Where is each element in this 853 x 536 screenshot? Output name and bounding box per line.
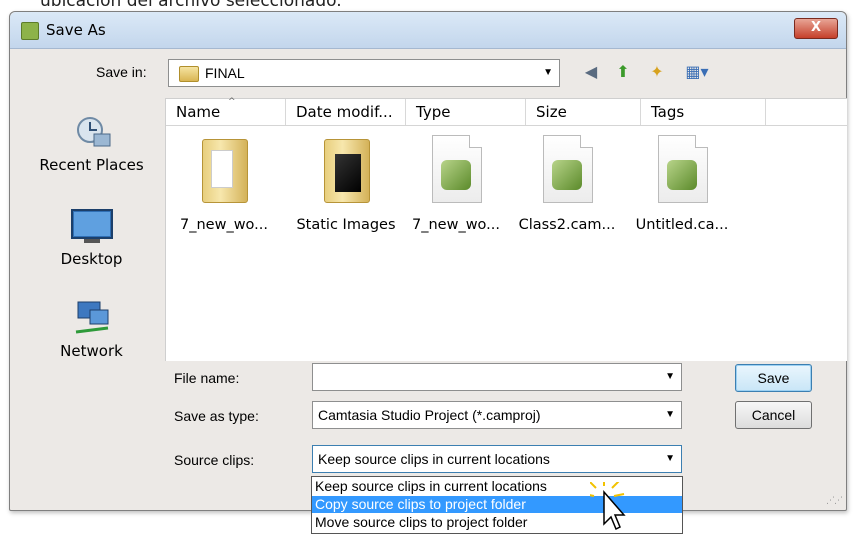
file-item[interactable]: 7_new_wo... xyxy=(400,133,512,233)
sort-asc-icon: ^ xyxy=(228,97,236,107)
column-type[interactable]: Type xyxy=(406,99,526,125)
folder-icon xyxy=(179,66,199,82)
folder-icon xyxy=(194,133,254,205)
column-date-modified[interactable]: Date modif... xyxy=(286,99,406,125)
save-type-select[interactable]: Camtasia Studio Project (*.camproj) ▼ xyxy=(312,401,682,429)
column-tags[interactable]: Tags xyxy=(641,99,766,125)
column-name-label: Name xyxy=(176,103,221,121)
column-name[interactable]: Name ^ xyxy=(166,97,286,125)
source-clips-label: Source clips: xyxy=(174,452,255,468)
chevron-down-icon[interactable]: ▼ xyxy=(665,409,675,420)
source-clips-select[interactable]: Keep source clips in current locations ▼ xyxy=(312,445,682,473)
file-item[interactable]: Static Images xyxy=(290,133,402,233)
folder-icon xyxy=(316,133,376,205)
camtasia-file-icon xyxy=(426,133,486,205)
column-header-row: Name ^ Date modif... Type Size Tags xyxy=(166,97,847,126)
views-icon[interactable]: ▦▾ xyxy=(680,62,714,82)
place-recent-places[interactable]: Recent Places xyxy=(34,114,149,174)
save-in-value: FINAL xyxy=(205,65,245,81)
title-bar: Save As X xyxy=(10,12,846,49)
close-button[interactable]: X xyxy=(794,18,838,39)
save-in-label: Save in: xyxy=(96,64,147,80)
back-icon[interactable]: ◀ xyxy=(580,62,602,82)
desktop-icon xyxy=(70,208,114,244)
file-item[interactable]: Class2.cam... xyxy=(511,133,623,233)
file-name: 7_new_wo... xyxy=(412,217,500,233)
places-bar: Recent Places Desktop Network xyxy=(34,104,149,434)
dialog-title: Save As xyxy=(46,21,106,39)
column-size[interactable]: Size xyxy=(526,99,641,125)
app-icon xyxy=(21,22,39,40)
save-in-combo[interactable]: FINAL ▼ xyxy=(168,59,560,87)
source-clips-value: Keep source clips in current locations xyxy=(318,451,550,467)
network-icon xyxy=(70,300,114,336)
chevron-down-icon[interactable]: ▼ xyxy=(543,67,553,78)
chevron-down-icon[interactable]: ▼ xyxy=(665,453,675,464)
place-desktop[interactable]: Desktop xyxy=(34,208,149,268)
chevron-down-icon[interactable]: ▼ xyxy=(665,371,675,382)
file-item[interactable]: 7_new_wo... xyxy=(168,133,280,233)
place-label: Desktop xyxy=(60,250,123,268)
file-name-field[interactable]: ▼ xyxy=(312,363,682,391)
file-name: Untitled.ca... xyxy=(635,217,729,233)
cancel-button[interactable]: Cancel xyxy=(735,401,812,429)
camtasia-file-icon xyxy=(537,133,597,205)
recent-places-icon xyxy=(70,114,114,150)
file-name: Class2.cam... xyxy=(518,217,616,233)
file-name: 7_new_wo... xyxy=(180,217,268,233)
place-label: Network xyxy=(60,342,123,360)
file-name: Static Images xyxy=(296,217,396,233)
place-network[interactable]: Network xyxy=(34,300,149,360)
up-folder-icon[interactable]: ⬆ xyxy=(612,62,634,82)
file-item[interactable]: Untitled.ca... xyxy=(626,133,738,233)
place-label: Recent Places xyxy=(39,156,144,174)
mouse-pointer-icon xyxy=(583,476,630,532)
camtasia-file-icon xyxy=(652,133,712,205)
file-name-label: File name: xyxy=(174,370,240,386)
new-folder-icon[interactable]: ✦ xyxy=(646,62,668,82)
file-list: Name ^ Date modif... Type Size Tags 7_ne… xyxy=(165,97,847,361)
resize-grip-icon[interactable]: ⋰⋰ xyxy=(826,496,843,506)
save-type-value: Camtasia Studio Project (*.camproj) xyxy=(318,407,541,423)
save-as-dialog: Save As X Save in: FINAL ▼ ◀ ⬆ ✦ ▦▾ Rece… xyxy=(9,11,847,511)
caption-text: ubicación del archivo seleccionado. xyxy=(40,0,342,11)
save-button[interactable]: Save xyxy=(735,364,812,392)
save-type-label: Save as type: xyxy=(174,408,259,424)
